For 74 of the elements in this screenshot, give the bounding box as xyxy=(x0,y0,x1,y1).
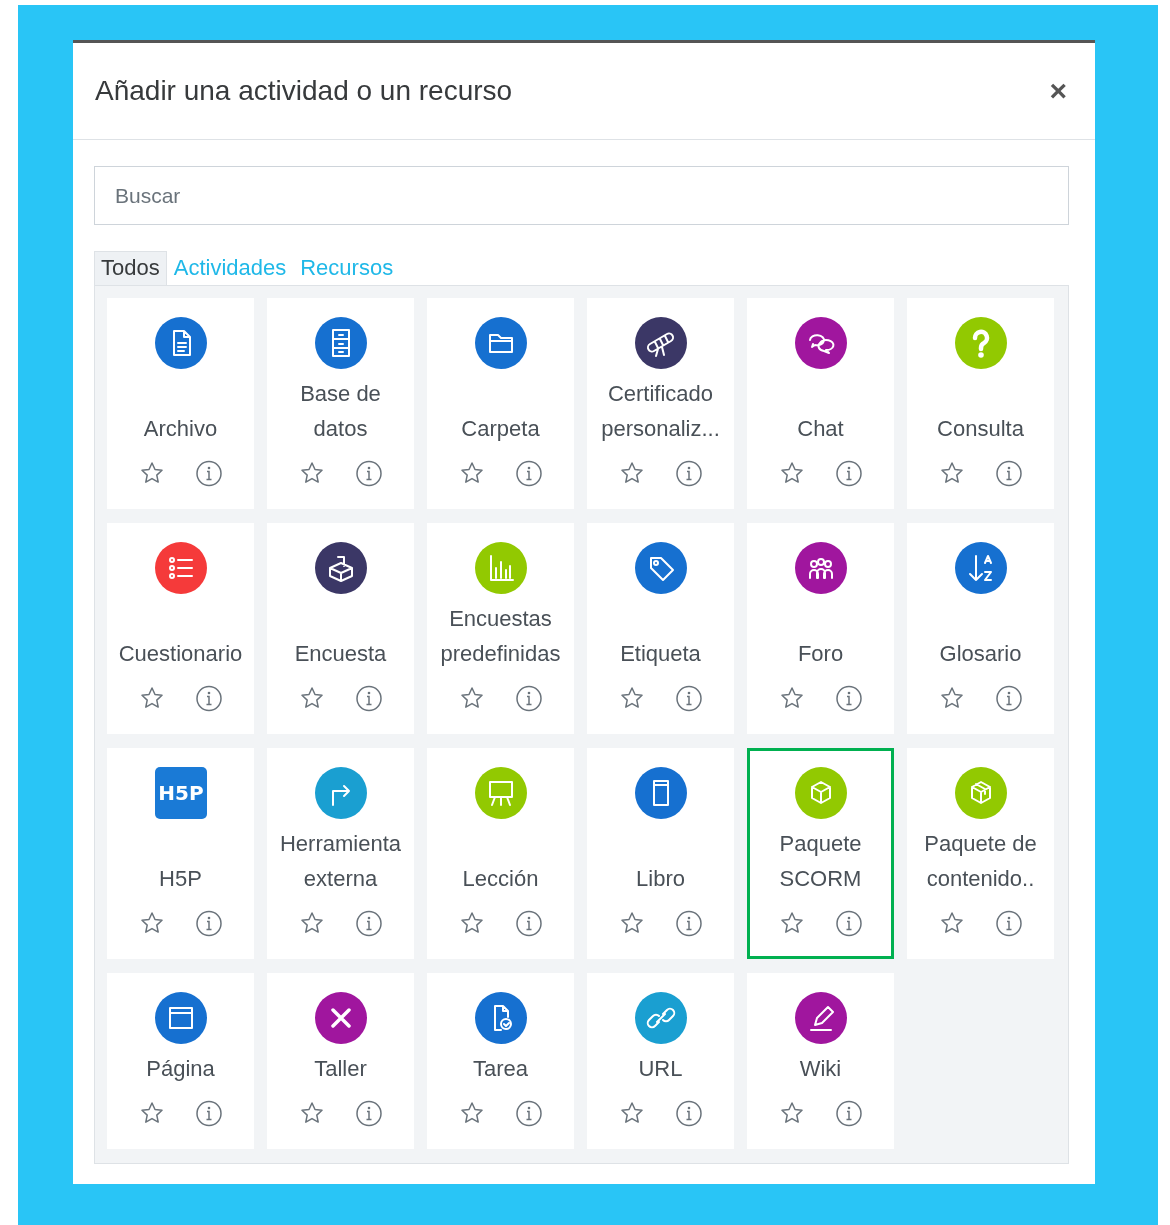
info-icon[interactable] xyxy=(836,684,862,712)
activity-label: Base de datos xyxy=(299,379,382,443)
info-icon[interactable] xyxy=(516,684,542,712)
activity-card[interactable]: Taller xyxy=(267,972,414,1149)
activity-card[interactable]: Herramienta externa xyxy=(267,747,414,959)
activity-card[interactable]: H5P H5P xyxy=(107,747,254,959)
activity-card[interactable]: Paquete de contenido.. xyxy=(907,747,1054,959)
activity-label: Carpeta xyxy=(461,414,540,443)
info-icon[interactable] xyxy=(676,684,702,712)
info-icon[interactable] xyxy=(516,1099,542,1127)
activity-card[interactable]: Encuestas predefinidas xyxy=(427,522,574,734)
activity-card[interactable]: Chat xyxy=(747,297,894,509)
activity-card[interactable]: Lección xyxy=(427,747,574,959)
activity-label: Tarea xyxy=(472,1054,528,1083)
tab[interactable]: Todos xyxy=(94,251,167,285)
activity-card[interactable]: Cuestionario xyxy=(107,522,254,734)
logo: H5P xyxy=(154,766,207,819)
activity-label: Certificado personaliz... xyxy=(600,379,721,443)
info-icon[interactable] xyxy=(996,909,1022,937)
activity-card[interactable]: Página xyxy=(107,972,254,1149)
info-icon[interactable] xyxy=(996,459,1022,487)
info-icon[interactable] xyxy=(356,909,382,937)
activity-card[interactable]: Base de datos xyxy=(267,297,414,509)
activity-label: Chat xyxy=(797,414,844,443)
activity-label: Taller xyxy=(314,1054,367,1083)
activity-label: Etiqueta xyxy=(620,639,701,668)
activity-card[interactable]: Paquete SCORM xyxy=(747,747,894,959)
dialog-title: Añadir una actividad o un recurso xyxy=(95,74,513,108)
activity-card[interactable]: Consulta xyxy=(907,297,1054,509)
activity-label: Página xyxy=(146,1054,215,1083)
info-icon[interactable] xyxy=(996,684,1022,712)
activity-card[interactable]: Encuesta xyxy=(267,522,414,734)
info-icon[interactable] xyxy=(836,459,862,487)
activity-label: Paquete SCORM xyxy=(778,829,863,893)
info-icon[interactable] xyxy=(836,1099,862,1127)
activity-card[interactable]: Glosario xyxy=(907,522,1054,734)
activity-label: URL xyxy=(638,1054,683,1083)
activity-label: Paquete de contenido.. xyxy=(923,829,1038,893)
activity-label: Glosario xyxy=(939,639,1022,668)
activity-label: Consulta xyxy=(937,414,1024,443)
info-icon[interactable] xyxy=(516,909,542,937)
close-button[interactable]: × xyxy=(1045,76,1071,106)
info-icon[interactable] xyxy=(356,459,382,487)
activity-label: Libro xyxy=(636,864,685,893)
info-icon[interactable] xyxy=(836,909,862,937)
activity-card[interactable]: Wiki xyxy=(747,972,894,1149)
activity-label: Encuesta xyxy=(294,639,387,668)
info-icon[interactable] xyxy=(676,909,702,937)
activity-label: Encuestas predefinidas xyxy=(439,604,562,668)
search-field[interactable]: Buscar xyxy=(94,166,1069,225)
info-icon[interactable] xyxy=(196,909,222,937)
info-icon[interactable] xyxy=(516,459,542,487)
info-icon[interactable] xyxy=(196,684,222,712)
activity-label: Foro xyxy=(797,639,844,668)
activity-label: H5P xyxy=(159,864,202,893)
activity-card[interactable]: Foro xyxy=(747,522,894,734)
info-icon[interactable] xyxy=(196,459,222,487)
activity-card[interactable]: Tarea xyxy=(427,972,574,1149)
info-icon[interactable] xyxy=(676,459,702,487)
info-icon[interactable] xyxy=(196,1099,222,1127)
activity-card[interactable]: URL xyxy=(587,972,734,1149)
activity-card[interactable]: Certificado personaliz... xyxy=(587,297,734,509)
activity-label: Lección xyxy=(462,864,539,893)
activity-label: Cuestionario xyxy=(118,639,243,668)
activity-label: Herramienta externa xyxy=(278,829,402,893)
info-icon[interactable] xyxy=(356,1099,382,1127)
info-icon[interactable] xyxy=(356,684,382,712)
activity-card[interactable]: Carpeta xyxy=(427,297,574,509)
activity-card[interactable]: Etiqueta xyxy=(587,522,734,734)
activity-label: Archivo xyxy=(143,414,218,443)
activity-card[interactable]: Libro xyxy=(587,747,734,959)
info-icon[interactable] xyxy=(676,1099,702,1127)
activity-label: Wiki xyxy=(799,1054,842,1083)
activity-card[interactable]: Archivo xyxy=(107,297,254,509)
